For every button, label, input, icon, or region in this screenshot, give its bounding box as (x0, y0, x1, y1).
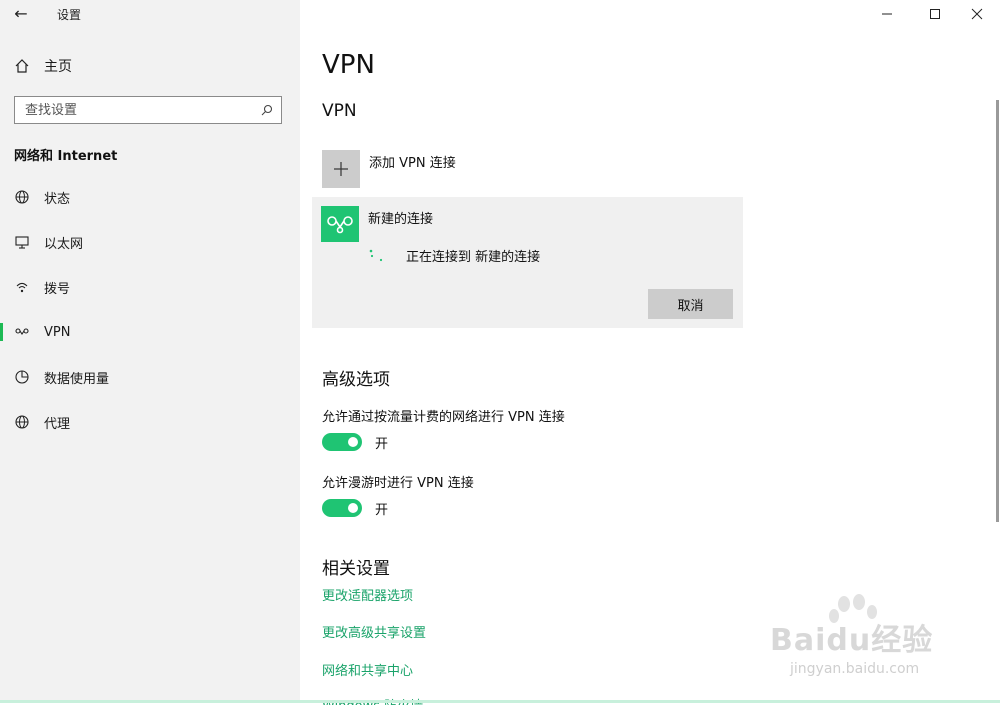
sidebar-item-vpn[interactable]: VPN (0, 317, 300, 347)
progress-spinner-icon (368, 247, 388, 263)
sidebar-item-label: 以太网 (44, 236, 84, 252)
sidebar-item-label: VPN (44, 324, 71, 340)
close-icon[interactable] (954, 4, 1000, 24)
connection-status: 正在连接到 新建的连接 (406, 250, 541, 265)
sidebar-item-home[interactable]: 主页 (13, 56, 72, 76)
sidebar-item-label: 状态 (44, 191, 71, 207)
sidebar-item-label: 主页 (44, 59, 72, 75)
sidebar-item-ethernet[interactable]: 以太网 (0, 227, 300, 257)
toggle-state-label: 开 (375, 436, 389, 452)
vpn-connection-icon (321, 206, 359, 242)
metered-vpn-label: 允许通过按流量计费的网络进行 VPN 连接 (322, 410, 565, 425)
related-settings-heading: 相关设置 (322, 559, 390, 579)
section-label: 网络和 Internet (14, 149, 118, 164)
advanced-options-heading: 高级选项 (322, 370, 390, 390)
sidebar-item-proxy[interactable]: 代理 (0, 407, 300, 437)
data-usage-icon (13, 368, 31, 386)
maximize-icon[interactable] (912, 4, 958, 24)
home-icon (13, 57, 31, 75)
ethernet-icon (13, 233, 31, 251)
roaming-vpn-label: 允许漫游时进行 VPN 连接 (322, 476, 474, 491)
search-input[interactable] (25, 102, 245, 118)
roaming-vpn-toggle-row: 开 (322, 498, 388, 518)
scrollbar[interactable] (996, 100, 999, 522)
roaming-vpn-toggle[interactable] (322, 499, 362, 517)
sidebar-item-label: 拨号 (44, 281, 71, 297)
plus-icon (322, 150, 360, 188)
globe-status-icon (13, 188, 31, 206)
metered-vpn-toggle-row: 开 (322, 432, 388, 452)
add-vpn-label: 添加 VPN 连接 (369, 156, 456, 171)
toggle-knob (348, 503, 358, 513)
dialup-icon (13, 278, 31, 296)
cancel-button[interactable]: 取消 (648, 289, 733, 319)
watermark-url: jingyan.baidu.com (790, 661, 920, 677)
globe-proxy-icon (13, 413, 31, 431)
add-vpn-button[interactable]: 添加 VPN 连接 (322, 150, 456, 188)
link-network-sharing-center[interactable]: 网络和共享中心 (322, 660, 413, 679)
app-title: 设置 (57, 8, 82, 22)
page-title: VPN (322, 50, 375, 80)
metered-vpn-toggle[interactable] (322, 433, 362, 451)
connection-name: 新建的连接 (368, 212, 434, 227)
toggle-state-label: 开 (375, 502, 389, 518)
link-adapter-options[interactable]: 更改适配器选项 (322, 585, 413, 604)
minimize-icon[interactable] (864, 4, 910, 24)
toggle-knob (348, 437, 358, 447)
search-icon[interactable] (261, 101, 273, 120)
vpn-connection-card[interactable]: 新建的连接 正在连接到 新建的连接 取消 (312, 197, 743, 328)
sidebar-item-label: 代理 (44, 416, 71, 432)
sidebar: ← 设置 主页 网络和 Internet 状态 以太网 拨号 (0, 0, 300, 703)
sidebar-item-status[interactable]: 状态 (0, 182, 300, 212)
vpn-heading: VPN (322, 101, 357, 121)
vpn-icon (13, 323, 31, 341)
sidebar-item-label: 数据使用量 (44, 371, 110, 387)
sidebar-item-dialup[interactable]: 拨号 (0, 272, 300, 302)
link-advanced-sharing[interactable]: 更改高级共享设置 (322, 622, 426, 641)
back-arrow-icon[interactable]: ← (10, 4, 32, 24)
sidebar-item-data-usage[interactable]: 数据使用量 (0, 362, 300, 392)
main-pane: VPN VPN 添加 VPN 连接 新建的连接 正在连接到 新建的连接 取消 高… (300, 0, 1000, 705)
search-box[interactable] (14, 96, 282, 124)
watermark-brand: Baidu经验 (770, 623, 934, 658)
